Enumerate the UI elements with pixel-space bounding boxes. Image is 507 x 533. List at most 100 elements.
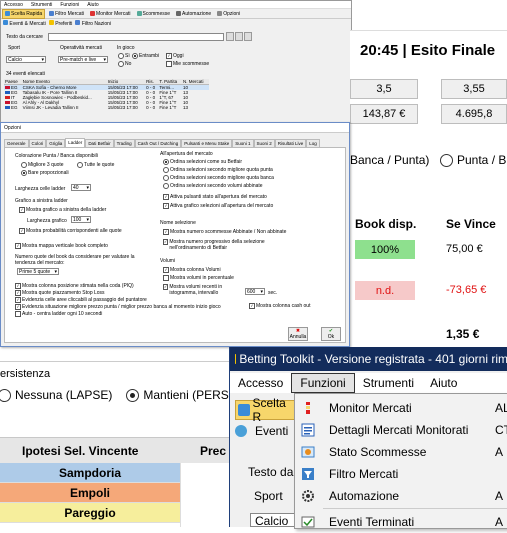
mostra-colonna-volumi-checkbox[interactable]: ✓Mostra colonna Volumi [163,267,221,273]
grafico-label: Grafico a sinistra ladder [15,198,68,204]
in-gioco-label: In gioco [117,45,135,51]
ok-button[interactable]: ✔Ok [321,327,341,341]
menu-item-dettagli-mercati[interactable]: Dettagli Mercati Monitorati CTR [295,419,507,441]
mostra-volumi-recenti-checkbox[interactable]: ✓Mostra volumi recenti in istogramma, in… [163,284,245,296]
tab-suoni-1[interactable]: Suoni 1 [232,139,253,147]
larghezza-ladder-select[interactable]: 40 [71,184,91,191]
toolkit-menu-strumenti[interactable]: Strumenti [355,374,422,392]
menu-item-eventi-terminati[interactable]: Eventi Terminati A [295,511,507,533]
refresh-button[interactable] [244,32,252,41]
ordina-volumi-radio[interactable]: Ordina selezioni secondo volumi abbinate [163,183,263,189]
menu-item-filtro-mercati[interactable]: Filtro Mercati [295,463,507,485]
toolkit-menu-aiuto[interactable]: Aiuto [422,374,465,392]
toolkit-titlebar: Betting Toolkit - Versione registrata - … [230,347,507,371]
menu-item-monitor-mercati[interactable]: Monitor Mercati AL [295,397,507,419]
annulla-button[interactable]: ✖Annulla [288,327,308,341]
toolkit-menu-accesso[interactable]: Accesso [230,374,291,392]
options-icon [217,11,222,16]
in-gioco-entrambi-radio[interactable]: Entrambi [132,53,159,59]
ordina-punta-radio[interactable]: Ordina selezioni secondo migliore quota … [163,167,273,173]
tab-log[interactable]: Log [306,139,320,147]
operativita-select[interactable]: Pre-match e live [58,56,108,63]
mostra-numero-progressivo-checkbox[interactable]: ✓Mostra numero progressivo della selezio… [163,239,283,251]
menu-strumenti[interactable]: Strumenti [31,2,52,8]
toolkit-sport-select[interactable]: Calcio [250,513,295,527]
evidenzia-situazione-checkbox[interactable]: ✓Evidenzia situazione migliore prezzo pu… [15,304,221,310]
prec-header-label: Prec [200,444,226,458]
monitor-mercati-button[interactable]: Monitor Mercati [88,10,132,18]
mie-scommesse-checkbox[interactable]: Mie scommesse [166,61,209,67]
price-box-2[interactable]: 3,55 [441,79,507,99]
mostra-volumi-percentuale-checkbox[interactable]: Mostra volumi in percentuale [163,275,234,281]
clear-button[interactable] [235,32,243,41]
menu-item-automazione[interactable]: Automazione A [295,485,507,507]
stop-loss-checkbox[interactable]: ✓Mostra quote piazzamento Stop Loss [15,290,105,296]
tab-suoni-2[interactable]: Suoni 2 [254,139,275,147]
in-gioco-si-radio[interactable]: Sì [118,53,130,59]
gear-icon [176,11,181,16]
search-button[interactable] [226,32,234,41]
filtro-nazioni-tab[interactable]: Filtro Nazioni [75,20,111,27]
ipotesi-row-empoli[interactable]: Empoli [0,483,180,503]
eventi-mercati-tab[interactable]: Eventi & Mercati [3,20,46,27]
attiva-pulsanti-checkbox[interactable]: ✓Attiva pulsanti stato all'apertura del … [163,194,267,200]
ordina-banca-radio[interactable]: Ordina selezioni secondo migliore quota … [163,175,274,181]
automazione-button[interactable]: Automazione [174,10,213,18]
toolkit-eventi-tab[interactable]: Eventi [235,424,288,438]
menu-accesso[interactable]: Accesso [4,2,23,8]
persistenza-lapse-radio[interactable]: Nessuna (LAPSE) [0,388,112,402]
ipotesi-row-pareggio[interactable]: Pareggio [0,503,180,523]
toolkit-scelta-rapida-button[interactable]: Scelta R [235,400,297,420]
toolkit-menu-funzioni[interactable]: Funzioni [291,373,354,393]
intervallo-stepper[interactable]: 600 [245,288,265,295]
filtro-mercati-button[interactable]: Filtro Mercati [47,10,86,18]
sport-select[interactable]: Calcio [6,56,46,63]
persistenza-label: ersistenza [0,368,50,380]
scommesse-button[interactable]: Scommesse [135,10,173,18]
tab-griglia[interactable]: Griglia [46,139,65,147]
mostra-numero-scommesse-checkbox[interactable]: ✓Mostra numero scommesse Abbinate / Non … [163,229,286,235]
table-row[interactable]: EG Viimsi JK - Levadia Tallinn II 15/05/… [4,105,209,110]
mostra-grafico-checkbox[interactable]: ✓Mostra grafico a sinistra della ladder [19,207,106,213]
persistenza-persist-radio[interactable]: Mantieni (PERSI [126,388,232,402]
filter-icon [49,11,54,16]
tab-dati-betfair[interactable]: Dati Betfair [85,139,113,147]
main-toolbar: Scelta Rapida Filtro Mercati Monitor Mer… [1,9,351,19]
punta-banca-radio[interactable]: Punta / B [440,153,506,167]
mostra-probabilita-checkbox[interactable]: ✓Mostra probabilità corrispondenti alle … [19,228,122,234]
filter-icon [75,20,80,25]
ordina-betfair-radio[interactable]: Ordina selezioni come su Betfair [163,159,242,165]
tab-pulsanti[interactable]: Pulsanti e Menu Stake [181,139,232,147]
mostra-mappa-checkbox[interactable]: ✓Mostra mappa verticale book completo [15,243,108,249]
preferiti-tab[interactable]: Preferiti [49,20,73,27]
tutte-quote-radio[interactable]: Tutte le quote [77,162,114,168]
ipotesi-row-sampdoria[interactable]: Sampdoria [0,463,180,483]
opzioni-button[interactable]: Opzioni [215,10,242,18]
menu-aiuto[interactable]: Aiuto [87,2,98,8]
tab-generale[interactable]: Generale [4,139,29,147]
price-box-1[interactable]: 3,5 [350,79,418,99]
attiva-grafico-checkbox[interactable]: ✓Attiva grafico selezioni all'apertura d… [163,203,273,209]
oggi-checkbox[interactable]: ✓Oggi [166,53,184,59]
colorazione-label: Colorazione Punta / Banca disponibili [15,153,98,159]
evidenzia-celle-checkbox[interactable]: ✓Evidenzia celle aree cliccabili al pass… [15,297,147,303]
tab-colori[interactable]: Colori [29,139,47,147]
mostra-colonna-cashout-checkbox[interactable]: ✓Mostra colonna cash out [249,303,310,309]
numero-quote-select[interactable]: Prime 5 quote [17,268,59,275]
migliore-3-quote-radio[interactable]: Migliore 3 quote [21,162,64,168]
tab-risultati-live[interactable]: Risultati Live [275,139,307,147]
tab-cashout[interactable]: Cash Out / Dutching [135,139,182,147]
menu-item-stato-scommesse[interactable]: Stato Scommesse A [295,441,507,463]
bare-proporzionali-radio[interactable]: Bare proporzionali [21,170,69,176]
search-input[interactable] [48,33,224,41]
menu-funzioni[interactable]: Funzioni [60,2,79,8]
scelta-rapida-button[interactable]: Scelta Rapida [2,9,45,19]
piq-checkbox[interactable]: ✓Mostra colonna posizione stimata nella … [15,283,134,289]
se-vince-header: Se Vince [446,217,496,231]
auto-centra-checkbox[interactable]: Auto - centra ladder ogni 10 secondi [15,311,102,317]
in-gioco-no-radio[interactable]: No [118,61,131,67]
tab-ladder[interactable]: Ladder [65,138,85,147]
tab-trading[interactable]: Trading [114,139,135,147]
total-value: 1,35 € [446,327,479,341]
larghezza-grafico-select[interactable]: 100 [71,216,91,223]
